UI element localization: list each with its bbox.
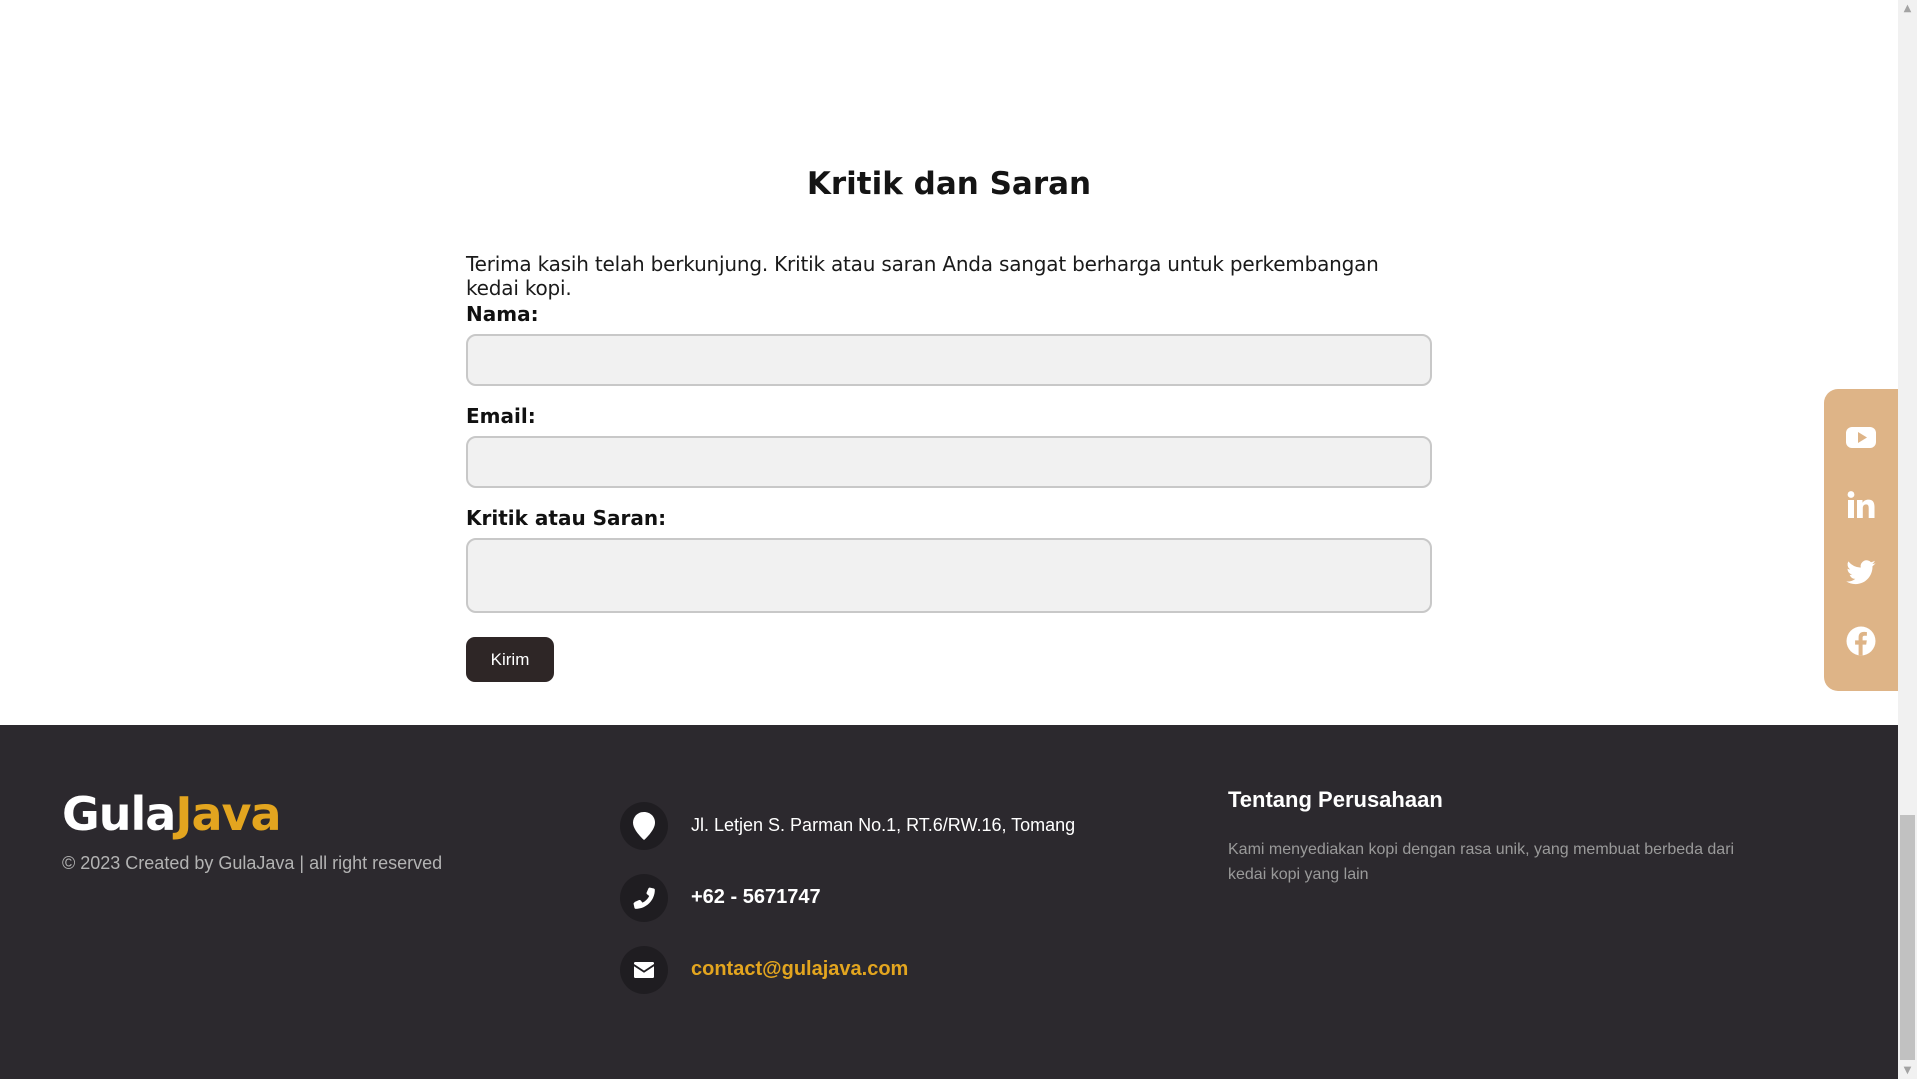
twitter-icon[interactable]	[1845, 557, 1877, 589]
email-input[interactable]	[466, 436, 1432, 488]
scroll-down-arrow-icon[interactable]: ▼	[1898, 1062, 1917, 1079]
location-pin-icon	[620, 802, 668, 850]
phone-text: +62 - 5671747	[691, 886, 821, 908]
address-text: Jl. Letjen S. Parman No.1, RT.6/RW.16, T…	[691, 815, 1076, 835]
submit-button[interactable]: Kirim	[466, 637, 554, 682]
message-label: Kritik atau Saran:	[466, 506, 667, 530]
page-scrollbar[interactable]: ▲ ▼	[1898, 0, 1917, 1079]
contact-address: Jl. Letjen S. Parman No.1, RT.6/RW.16, T…	[620, 802, 1120, 850]
scroll-up-arrow-icon[interactable]: ▲	[1898, 0, 1917, 17]
name-label: Nama:	[466, 302, 539, 326]
page-title: Kritik dan Saran	[806, 166, 1092, 202]
logo-part-gula: Gula	[62, 787, 176, 841]
facebook-icon[interactable]	[1845, 625, 1877, 657]
email-label: Email:	[466, 404, 536, 428]
footer: GulaJava © 2023 Created by GulaJava | al…	[0, 725, 1898, 1079]
message-textarea[interactable]	[466, 538, 1432, 613]
phone-icon	[620, 874, 668, 922]
logo-part-java: Java	[175, 787, 281, 841]
scroll-thumb[interactable]	[1900, 815, 1915, 1060]
email-link[interactable]: contact@gulajava.com	[691, 958, 908, 981]
copyright-text: © 2023 Created by GulaJava | all right r…	[62, 853, 443, 873]
footer-logo[interactable]: GulaJava	[62, 787, 282, 841]
about-text: Kami menyediakan kopi dengan rasa unik, …	[1228, 841, 1735, 883]
contact-email: contact@gulajava.com	[620, 946, 1120, 994]
youtube-icon[interactable]	[1845, 421, 1877, 453]
social-sidebar	[1824, 389, 1898, 691]
envelope-icon	[620, 946, 668, 994]
contact-phone: +62 - 5671747	[620, 874, 1120, 922]
feedback-form: Terima kasih telah berkunjung. Kritik at…	[466, 252, 1432, 682]
about-title: Tentang Perusahaan	[1228, 787, 1443, 812]
name-input[interactable]	[466, 334, 1432, 386]
linkedin-icon[interactable]	[1845, 489, 1877, 521]
form-intro: Terima kasih telah berkunjung. Kritik at…	[466, 252, 1379, 300]
page: Kritik dan Saran Terima kasih telah berk…	[0, 0, 1898, 1079]
